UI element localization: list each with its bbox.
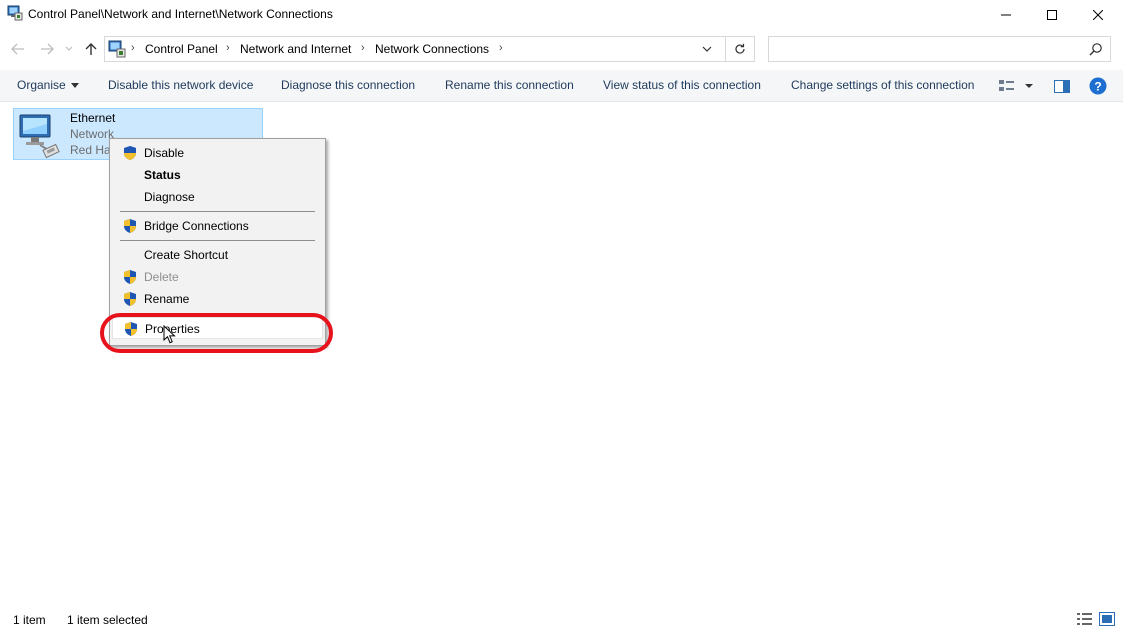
maximize-button[interactable] [1029,0,1075,30]
uac-shield-icon [124,146,136,160]
recent-locations-icon [65,46,73,51]
up-arrow-icon [85,43,97,55]
menu-item-disable[interactable]: Disable [112,142,323,164]
command-bar: Organise Disable this network device Dia… [0,70,1123,102]
organise-label: Organise [17,78,66,92]
view-status-command[interactable]: View status of this connection [603,78,761,92]
network-connections-icon [7,5,23,21]
title-bar: Control Panel\Network and Internet\Netwo… [0,0,1123,30]
breadcrumb-network-connections[interactable]: Network Connections [375,42,489,56]
navigation-bar: › Control Panel › Network and Internet ›… [0,31,1123,67]
close-button[interactable] [1075,0,1121,30]
forward-arrow-icon [41,43,54,55]
uac-shield-icon [124,292,136,306]
menu-item-bridge-connections[interactable]: Bridge Connections [112,215,323,237]
back-button[interactable] [8,39,28,59]
chevron-down-icon [70,83,79,89]
preview-pane-icon [1054,79,1070,93]
diagnose-command[interactable]: Diagnose this connection [281,78,415,92]
chevron-right-icon: › [131,42,135,54]
back-arrow-icon [11,43,24,55]
network-connections-icon [108,40,126,58]
menu-item-label: Create Shortcut [144,248,229,262]
menu-item-diagnose[interactable]: Diagnose [112,186,323,208]
ethernet-adapter-icon [19,114,60,159]
menu-item-label: Rename [144,292,190,306]
chevron-right-icon[interactable]: › [361,42,365,54]
change-view-icon [999,80,1033,91]
window-title: Control Panel\Network and Internet\Netwo… [28,7,333,21]
address-bar[interactable]: › Control Panel › Network and Internet ›… [104,36,755,62]
rename-command[interactable]: Rename this connection [445,78,574,92]
preview-pane-button[interactable] [1053,78,1071,94]
svg-text:?: ? [1094,80,1101,94]
chevron-right-icon[interactable]: › [226,42,230,54]
breadcrumb-control-panel[interactable]: Control Panel [145,42,218,56]
change-view-button[interactable] [998,78,1034,94]
mouse-pointer-icon [163,325,176,344]
menu-item-delete: Delete [112,266,323,288]
details-view-icon[interactable] [1077,612,1093,626]
minimize-icon [1001,14,1011,16]
recent-locations-button[interactable] [62,39,76,59]
menu-separator [120,240,315,241]
menu-item-label: Diagnose [144,190,195,204]
menu-item-label: Disable [144,146,185,160]
up-button[interactable] [81,39,101,59]
close-icon [1093,10,1103,20]
search-input[interactable] [773,40,1073,58]
uac-shield-icon [124,270,136,284]
connection-status: Network [70,127,115,141]
help-button[interactable]: ? [1089,77,1107,95]
large-icons-view-icon[interactable] [1099,612,1115,626]
search-icon [1089,43,1102,56]
change-settings-command[interactable]: Change settings of this connection [791,78,974,92]
menu-item-rename[interactable]: Rename [112,288,323,310]
search-box[interactable] [768,36,1111,62]
item-count: 1 item [13,613,46,627]
uac-shield-icon [124,219,136,233]
help-icon: ? [1089,77,1107,95]
address-history-dropdown[interactable] [695,37,719,61]
chevron-right-icon[interactable]: › [499,42,503,54]
menu-item-label: Bridge Connections [144,219,249,233]
menu-item-label: Status [144,168,181,182]
menu-item-status[interactable]: Status [112,164,323,186]
selection-count: 1 item selected [67,613,148,627]
menu-item-label: Delete [144,270,179,284]
forward-button[interactable] [37,39,57,59]
menu-separator [120,211,315,212]
disable-device-command[interactable]: Disable this network device [108,78,253,92]
breadcrumb-network-and-internet[interactable]: Network and Internet [240,42,351,56]
annotation-highlight-ring [100,313,333,353]
menu-item-create-shortcut[interactable]: Create Shortcut [112,244,323,266]
chevron-down-icon [702,46,712,52]
maximize-icon [1047,10,1057,20]
connection-name: Ethernet [70,111,116,125]
refresh-button[interactable] [725,37,753,61]
organise-menu[interactable]: Organise [17,78,79,92]
status-bar: 1 item 1 item selected [0,608,1123,631]
connection-device: Red Hat [70,143,115,157]
minimize-button[interactable] [983,0,1029,30]
refresh-icon [734,43,745,54]
